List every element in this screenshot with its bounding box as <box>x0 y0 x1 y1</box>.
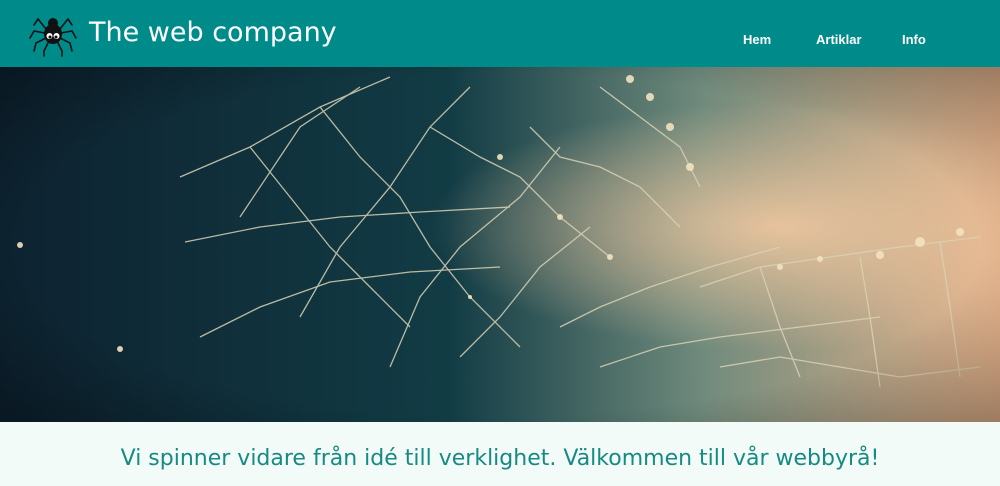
nav-item-info[interactable]: Info <box>902 32 926 47</box>
tagline-section: Vi spinner vidare från idé till verkligh… <box>0 422 1000 486</box>
site-title[interactable]: The web company <box>89 15 337 51</box>
spider-icon[interactable] <box>28 11 78 57</box>
site-header: The web company Hem Artiklar Info <box>0 0 1000 67</box>
tagline-text: Vi spinner vidare från idé till verkligh… <box>120 446 880 471</box>
nav-item-artiklar[interactable]: Artiklar <box>816 32 862 47</box>
nav-item-hem[interactable]: Hem <box>743 32 771 47</box>
hero-image <box>0 67 1000 422</box>
